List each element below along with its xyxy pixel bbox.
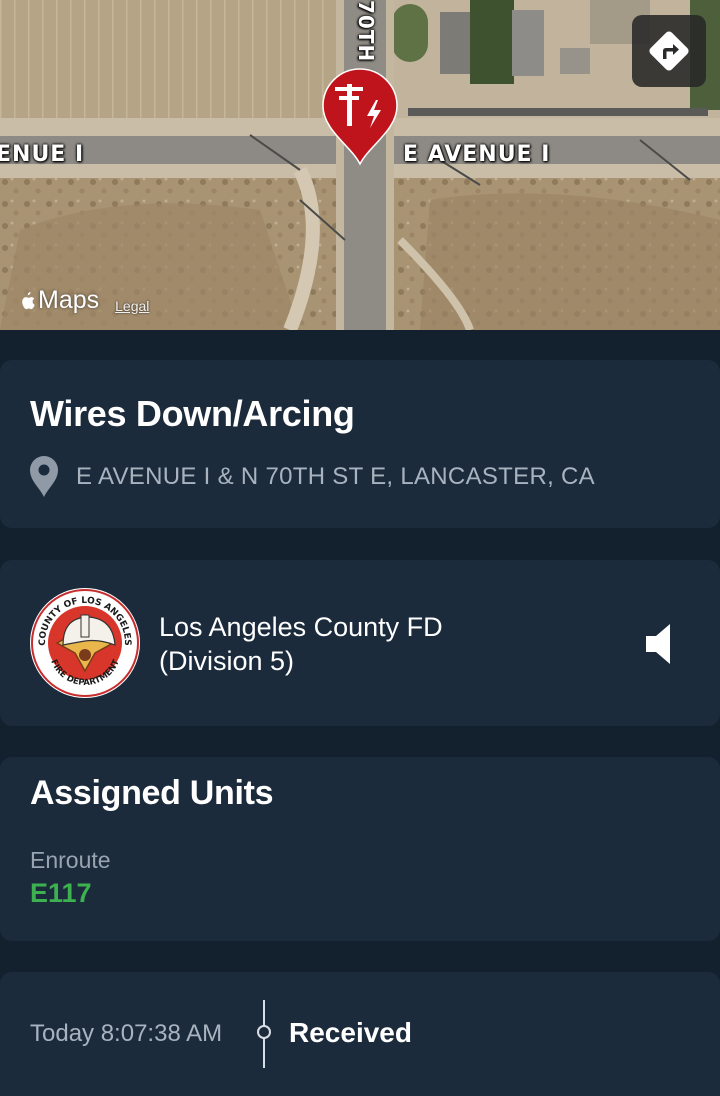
agency-name-line2: (Division 5)	[159, 646, 295, 676]
incident-address: E AVENUE I & N 70TH ST E, LANCASTER, CA	[76, 463, 595, 490]
legal-link[interactable]: Legal	[115, 298, 149, 314]
maps-attribution: Maps Legal	[18, 286, 149, 315]
road-label-east: E AVENUE I	[403, 142, 551, 167]
timeline-time: Today 8:07:38 AM	[30, 1020, 223, 1047]
apple-icon	[22, 291, 35, 309]
timeline-event: Received	[289, 1017, 412, 1048]
assigned-units-title: Assigned Units	[30, 774, 274, 812]
county-of-los-angeles-fire-department-seal: COUNTY OF LOS ANGELES FIRE DEPARTMENT	[30, 588, 140, 698]
road-label-west: ENUE I	[0, 142, 85, 167]
incident-card	[0, 360, 720, 528]
agency-name-line1: Los Angeles County FD	[159, 612, 443, 642]
unit-status-label: Enroute	[30, 847, 111, 873]
power-pole-lightning-icon[interactable]	[321, 68, 399, 166]
incident-address-row[interactable]: E AVENUE I & N 70TH ST E, LANCASTER, CA	[28, 455, 595, 499]
timeline-dot	[257, 1025, 271, 1039]
maps-brand-text: Maps	[38, 286, 100, 314]
apple-maps-logo: Maps	[18, 286, 99, 315]
unit-id[interactable]: E117	[30, 878, 92, 909]
speaker-icon[interactable]	[644, 622, 676, 666]
agency-name: Los Angeles County FD (Division 5)	[159, 610, 443, 678]
incident-map[interactable]: ENUE I E AVENUE I 70TH S Maps Legal	[0, 0, 720, 330]
location-pin-icon	[30, 456, 58, 497]
incident-title: Wires Down/Arcing	[30, 393, 355, 434]
directions-button[interactable]	[632, 15, 706, 87]
directions-arrow-icon	[649, 31, 689, 71]
